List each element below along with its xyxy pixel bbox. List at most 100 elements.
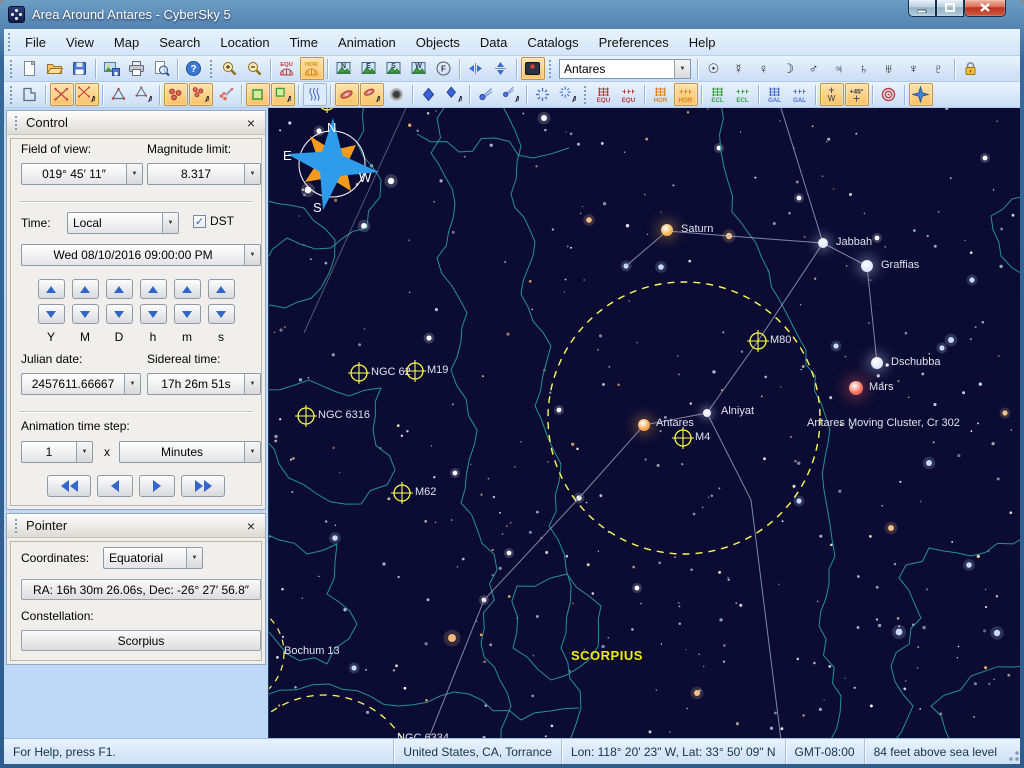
neptune-toggle-button[interactable]: ♆ [902, 57, 926, 80]
spin-down-s[interactable] [208, 304, 235, 324]
menu-grip[interactable] [7, 33, 12, 51]
compass-rose-toggle-button[interactable] [909, 83, 933, 106]
title-bar[interactable]: Area Around Antares - CyberSky 5 [0, 0, 1024, 29]
equatorial-grid-button[interactable]: EQU [592, 83, 616, 106]
altitude-marks-button[interactable]: +45° [845, 83, 869, 106]
menu-location[interactable]: Location [210, 31, 279, 54]
face-north-button[interactable]: N [332, 57, 356, 80]
time-mode-combo[interactable]: Local [67, 212, 179, 234]
horizon-grid-button[interactable]: HOR [649, 83, 673, 106]
close-button[interactable] [964, 0, 1006, 17]
lock-position-button[interactable] [959, 57, 983, 80]
spin-down-m[interactable] [174, 304, 201, 324]
mars-toggle-button[interactable]: ♂ [802, 57, 826, 80]
star-clusters-button[interactable] [164, 83, 188, 106]
spin-up-m[interactable] [174, 279, 201, 299]
datetime-combo[interactable]: Wed 08/10/2016 09:00:00 PM [21, 244, 261, 266]
constellation-lines-button[interactable] [50, 83, 74, 106]
pointer-panel-grip[interactable] [14, 519, 19, 533]
horizon-coordinates-button[interactable]: HOR [300, 57, 324, 80]
meteor-showers-button[interactable] [531, 83, 555, 106]
toolbar1-grip[interactable] [9, 60, 14, 78]
export-image-button[interactable] [100, 57, 124, 80]
nebula-labels-button[interactable]: A [271, 83, 295, 106]
animation-step-value-combo[interactable]: 1 [21, 441, 93, 463]
jupiter-toggle-button[interactable]: ♃ [827, 57, 851, 80]
star-cluster-labels-button[interactable]: A [189, 83, 213, 106]
spin-up-s[interactable] [208, 279, 235, 299]
spin-down-h[interactable] [140, 304, 167, 324]
comet-labels-button[interactable]: A [499, 83, 523, 106]
fov-combo-arrow-icon[interactable] [126, 164, 142, 184]
spin-down-m[interactable] [72, 304, 99, 324]
magnitude-combo[interactable]: 8.317 [147, 163, 261, 185]
equatorial-line-button[interactable]: EQU [617, 83, 641, 106]
resize-grip[interactable] [1006, 739, 1020, 764]
flip-horizontal-button[interactable] [464, 57, 488, 80]
menu-file[interactable]: File [15, 31, 56, 54]
menu-search[interactable]: Search [149, 31, 210, 54]
spin-up-y[interactable] [38, 279, 65, 299]
uranus-toggle-button[interactable]: ♅ [877, 57, 901, 80]
print-button[interactable] [125, 57, 149, 80]
zoom-out-button[interactable] [243, 57, 267, 80]
asterism-labels-button[interactable]: A [132, 83, 156, 106]
anim-unit-combo-arrow-icon[interactable] [244, 442, 260, 462]
milky-way-button[interactable] [303, 83, 327, 106]
sidereal-time-combo[interactable]: 17h 26m 51s [147, 373, 261, 395]
spin-down-d[interactable] [106, 304, 133, 324]
menu-time[interactable]: Time [280, 31, 328, 54]
galactic-grid-button[interactable]: GAL [763, 83, 787, 106]
ecliptic-line-button[interactable]: ECL [731, 83, 755, 106]
follow-object-button[interactable]: F [432, 57, 456, 80]
sidereal-combo-arrow-icon[interactable] [244, 374, 260, 394]
field-of-view-indicator-button[interactable] [877, 83, 901, 106]
time-mode-combo-arrow-icon[interactable] [162, 213, 178, 233]
toolbar-grip[interactable] [583, 86, 588, 104]
open-file-button[interactable] [43, 57, 67, 80]
save-file-button[interactable] [68, 57, 92, 80]
animate-forward-fast-button[interactable] [181, 475, 225, 497]
menu-preferences[interactable]: Preferences [589, 31, 679, 54]
pointer-panel-header[interactable]: Pointer [7, 514, 265, 538]
menu-view[interactable]: View [56, 31, 104, 54]
pluto-toggle-button[interactable]: ♇ [927, 57, 951, 80]
dst-checkbox-check-icon[interactable]: ✓ [193, 215, 206, 228]
spin-up-d[interactable] [106, 279, 133, 299]
dst-checkbox[interactable]: ✓ DST [193, 214, 234, 228]
menu-help[interactable]: Help [679, 31, 726, 54]
animate-backward-fast-button[interactable] [47, 475, 91, 497]
spin-down-y[interactable] [38, 304, 65, 324]
animate-forward-button[interactable] [139, 475, 175, 497]
control-panel-close-icon[interactable] [243, 115, 259, 131]
star-cluster-outlines-button[interactable] [214, 83, 238, 106]
cardinal-points-button[interactable]: W [820, 83, 844, 106]
julian-combo-arrow-icon[interactable] [124, 374, 140, 394]
moon-toggle-button[interactable]: ☽ [777, 57, 801, 80]
face-east-button[interactable]: E [357, 57, 381, 80]
comets-button[interactable] [474, 83, 498, 106]
mercury-toggle-button[interactable]: ☿ [727, 57, 751, 80]
menu-catalogs[interactable]: Catalogs [517, 31, 588, 54]
animate-backward-button[interactable] [97, 475, 133, 497]
galaxies-button[interactable] [335, 83, 359, 106]
control-panel-grip[interactable] [14, 116, 19, 130]
face-south-button[interactable]: S [382, 57, 406, 80]
flip-vertical-button[interactable] [489, 57, 513, 80]
star-labels-button[interactable]: A [442, 83, 466, 106]
toolbar-grip[interactable] [209, 60, 214, 78]
asterism-lines-button[interactable] [107, 83, 131, 106]
constellation-labels-button[interactable]: A [75, 83, 99, 106]
menu-animation[interactable]: Animation [328, 31, 406, 54]
dark-nebulae-button[interactable] [385, 83, 409, 106]
saturn-toggle-button[interactable]: ♄ [852, 57, 876, 80]
center-locked-object-button[interactable] [521, 57, 545, 80]
stars-button[interactable] [417, 83, 441, 106]
maximize-button[interactable] [936, 0, 964, 17]
julian-date-combo[interactable]: 2457611.66667 [21, 373, 141, 395]
sun-toggle-button[interactable]: ☉ [702, 57, 726, 80]
menu-objects[interactable]: Objects [406, 31, 470, 54]
magnitude-combo-arrow-icon[interactable] [244, 164, 260, 184]
print-preview-button[interactable] [150, 57, 174, 80]
control-panel-header[interactable]: Control [7, 111, 265, 135]
